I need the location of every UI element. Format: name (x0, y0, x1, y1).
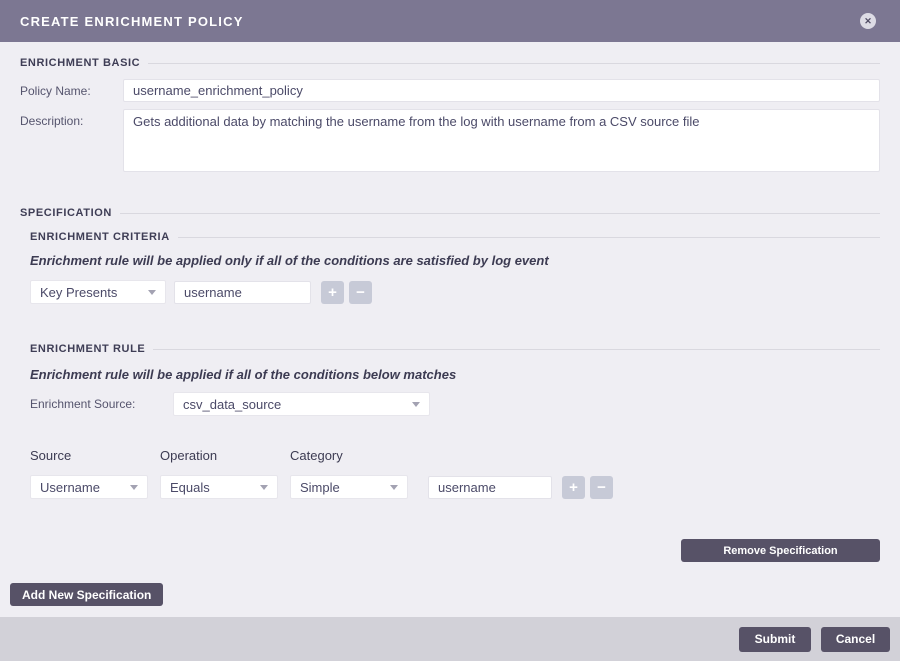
enrichment-source-selected-value: csv_data_source (183, 396, 282, 412)
policy-name-input[interactable] (123, 79, 880, 102)
section-divider (148, 62, 880, 64)
chevron-down-icon (130, 484, 138, 490)
dialog-body: ENRICHMENT BASIC Policy Name: Descriptio… (0, 42, 900, 617)
close-icon[interactable]: ✕ (860, 13, 876, 29)
dialog-header: CREATE ENRICHMENT POLICY ✕ (0, 0, 900, 42)
chevron-down-icon (260, 484, 268, 490)
column-header-operation: Operation (160, 448, 218, 463)
chevron-down-icon (390, 484, 398, 490)
enrichment-source-row: Enrichment Source: csv_data_source (30, 392, 880, 416)
description-textarea[interactable]: Gets additional data by matching the use… (123, 109, 880, 172)
criteria-remove-condition-button[interactable]: − (349, 280, 372, 304)
dialog-title: CREATE ENRICHMENT POLICY (20, 13, 244, 29)
create-enrichment-policy-dialog: CREATE ENRICHMENT POLICY ✕ ENRICHMENT BA… (0, 0, 900, 661)
rule-category-select[interactable]: Simple (290, 475, 408, 499)
chevron-down-icon (412, 401, 420, 407)
chevron-down-icon (148, 289, 156, 295)
section-enrichment-criteria: ENRICHMENT CRITERIA (30, 231, 880, 243)
section-label-specification: SPECIFICATION (20, 207, 112, 219)
description-row: Description: Gets additional data by mat… (20, 109, 880, 172)
rule-operation-selected-value: Equals (170, 479, 210, 495)
dialog-footer: Submit Cancel (0, 617, 900, 661)
rule-remove-condition-button[interactable]: − (590, 475, 613, 499)
section-divider (119, 212, 880, 214)
rule-add-condition-button[interactable]: + (562, 475, 585, 499)
rule-category-selected-value: Simple (300, 479, 340, 495)
description-label: Description: (20, 114, 84, 128)
criteria-condition-select[interactable]: Key Presents (30, 280, 166, 304)
section-divider (177, 236, 880, 238)
rule-value-input[interactable] (428, 475, 552, 499)
policy-name-label: Policy Name: (20, 84, 91, 98)
column-header-source: Source (30, 448, 72, 463)
add-new-specification-button[interactable]: Add New Specification (10, 583, 164, 606)
column-header-category: Category (290, 448, 343, 463)
section-enrichment-basic: ENRICHMENT BASIC (20, 57, 880, 69)
rule-source-selected-value: Username (40, 479, 100, 495)
section-label-enrichment-basic: ENRICHMENT BASIC (20, 57, 141, 69)
rule-column-headers: Source Operation Category (30, 448, 880, 463)
criteria-hint-text: Enrichment rule will be applied only if … (30, 253, 549, 268)
section-label-enrichment-criteria: ENRICHMENT CRITERIA (30, 231, 170, 243)
enrichment-source-select[interactable]: csv_data_source (173, 392, 430, 416)
enrichment-source-label: Enrichment Source: (30, 397, 136, 411)
policy-name-row: Policy Name: (20, 79, 880, 102)
section-specification: SPECIFICATION (20, 207, 880, 219)
section-divider (153, 348, 880, 350)
add-specification-row: Add New Specification (10, 583, 880, 606)
submit-button[interactable]: Submit (739, 626, 811, 652)
criteria-condition-selected-value: Key Presents (40, 284, 118, 300)
remove-specification-button[interactable]: Remove Specification (681, 539, 880, 562)
rule-hint-text: Enrichment rule will be applied if all o… (30, 367, 457, 382)
rule-source-select[interactable]: Username (30, 475, 148, 499)
rule-condition-row: Username Equals Simple + − (30, 475, 880, 499)
criteria-add-condition-button[interactable]: + (321, 280, 344, 304)
section-label-enrichment-rule: ENRICHMENT RULE (30, 343, 146, 355)
section-enrichment-rule: ENRICHMENT RULE (30, 343, 880, 355)
remove-specification-row: Remove Specification (30, 539, 880, 562)
criteria-value-input[interactable] (174, 280, 311, 304)
cancel-button[interactable]: Cancel (821, 626, 890, 652)
rule-operation-select[interactable]: Equals (160, 475, 278, 499)
specification-body: ENRICHMENT CRITERIA Enrichment rule will… (20, 231, 880, 562)
criteria-condition-row: Key Presents + − (30, 280, 880, 304)
